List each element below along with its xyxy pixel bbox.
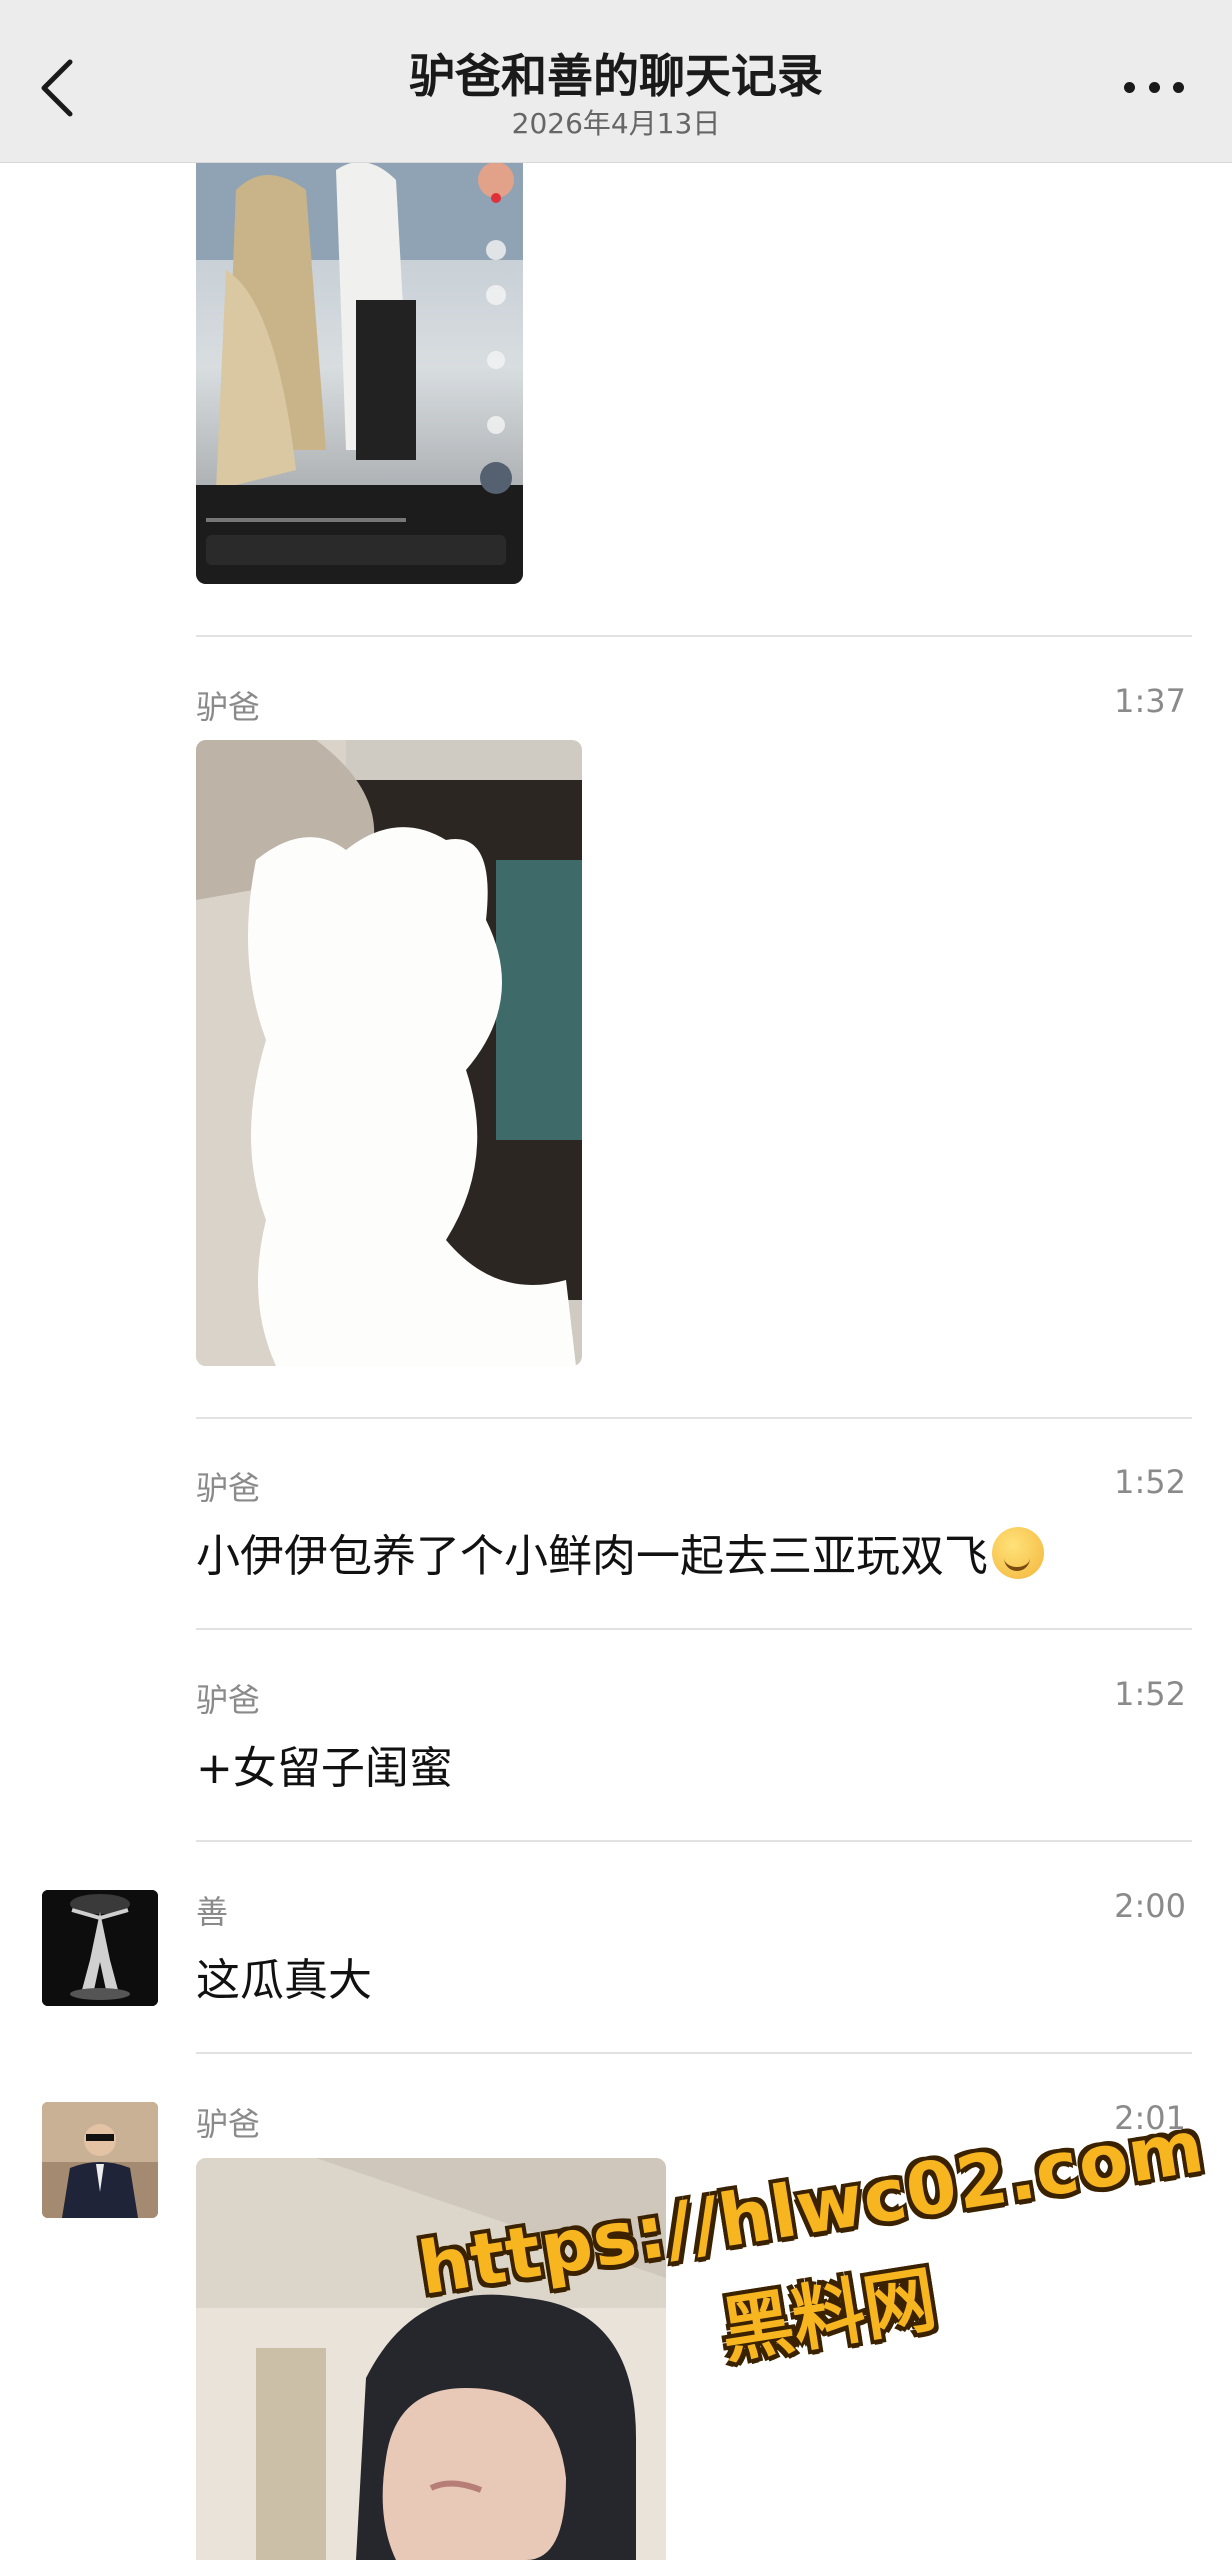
message-sender: 驴爸 [196, 1469, 261, 1507]
message-time: 2:00 [1114, 1887, 1186, 1925]
page-title: 驴爸和善的聊天记录 [409, 49, 823, 103]
message-sender: 驴爸 [196, 2105, 261, 2143]
message-time: 1:52 [1114, 1675, 1186, 1713]
message-text: +女留子闺蜜 [196, 1743, 453, 1794]
laughing-emoji-icon [992, 1527, 1044, 1579]
message-sender: 善 [196, 1893, 229, 1931]
message-text: 这瓜真大 [196, 1955, 372, 2006]
chat-date: 2026年4月13日 [511, 107, 721, 140]
message-text: 小伊伊包养了个小鲜肉一起去三亚玩双飞 [196, 1520, 1044, 1584]
more-dots-icon [1124, 81, 1135, 93]
photo-image[interactable] [196, 740, 582, 1366]
message-divider [196, 635, 1192, 637]
message-divider [196, 1840, 1192, 1842]
video-screenshot-image[interactable] [196, 150, 523, 584]
title-bar: 驴爸和善的聊天记录 2026年4月13日 [0, 0, 1232, 163]
message-time: 1:37 [1114, 682, 1186, 720]
message-time: 1:52 [1114, 1463, 1186, 1501]
watermark: https://hlwc02.com 黑料网 [400, 2102, 1232, 2425]
message-divider [196, 1417, 1192, 1419]
message-divider [196, 1628, 1192, 1630]
message-sender: 驴爸 [196, 1681, 261, 1719]
message-divider [196, 2052, 1192, 2054]
message-sender: 驴爸 [196, 688, 261, 726]
avatar[interactable] [42, 2102, 158, 2218]
more-button[interactable] [1124, 72, 1184, 102]
avatar[interactable] [42, 1890, 158, 2006]
